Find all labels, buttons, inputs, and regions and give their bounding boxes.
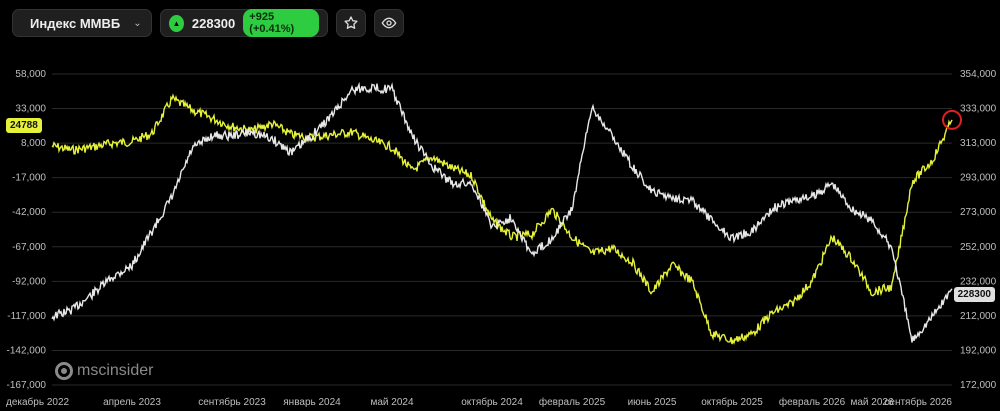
y-right-tick-label: 313,000 — [960, 138, 997, 149]
y-left-tick-label: -117,000 — [7, 311, 46, 322]
y-left-tick-label: 33,000 — [15, 104, 46, 115]
y-right-tick-label: 252,000 — [960, 242, 997, 253]
logo-icon — [55, 362, 73, 380]
y-left-tick-label: -167,000 — [7, 380, 47, 391]
y-left-tick-label: -142,000 — [7, 345, 47, 356]
x-tick-label: декабрь 2022 — [6, 396, 70, 408]
x-tick-label: апрель 2023 — [103, 397, 161, 408]
y-right-tick-label: 232,000 — [960, 276, 997, 287]
y-right-tick-label: 333,000 — [960, 104, 997, 115]
y-right-tick-label: 172,000 — [960, 380, 997, 391]
logo-text: mscinsider — [77, 362, 154, 379]
y-left-tick-label: 8,000 — [21, 138, 46, 149]
x-tick-label: январь 2024 — [283, 397, 341, 408]
brand-logo: mscinsider — [55, 362, 153, 380]
x-tick-label: сентябрь 2023 — [198, 396, 266, 408]
x-tick-label: май 2024 — [370, 397, 413, 408]
y-right-tick-label: 354,000 — [960, 69, 997, 80]
y-left-tick-label: -42,000 — [12, 207, 46, 218]
x-tick-label: февраль 2026 — [779, 396, 846, 408]
x-tick-label: октябрь 2024 — [461, 396, 523, 408]
chart-area: 58,000 33,000 8,000 -17,000 -42,000 -67,000 -9… — [6, 69, 997, 408]
y-left-tick-label: 58,000 — [15, 69, 46, 80]
x-axis: декабрь 2022 апрель 2023 сентябрь 2023 янва… — [6, 396, 952, 408]
y-right-axis: 354,000 333,000 313,000 293,000 273,000 252,0… — [960, 69, 997, 391]
series-line-left — [51, 93, 953, 345]
y-right-tick-label: 212,000 — [960, 311, 997, 322]
y-right-tick-label: 293,000 — [960, 173, 997, 184]
series-line-right — [51, 81, 953, 343]
right-last-value-tag: 228300 — [953, 287, 995, 302]
y-right-tick-label: 192,000 — [960, 345, 997, 356]
x-tick-label: сентябрь 2026 — [884, 396, 952, 408]
y-left-tick-label: -92,000 — [12, 276, 46, 287]
x-tick-label: июнь 2025 — [628, 397, 677, 408]
x-tick-label: октябрь 2025 — [701, 396, 763, 408]
y-left-tick-label: -17,000 — [12, 173, 46, 184]
y-left-tick-label: -67,000 — [12, 242, 46, 253]
y-right-tick-label: 273,000 — [960, 207, 997, 218]
x-tick-label: февраль 2025 — [539, 396, 606, 408]
left-last-value-tag: 24788 — [6, 118, 42, 133]
